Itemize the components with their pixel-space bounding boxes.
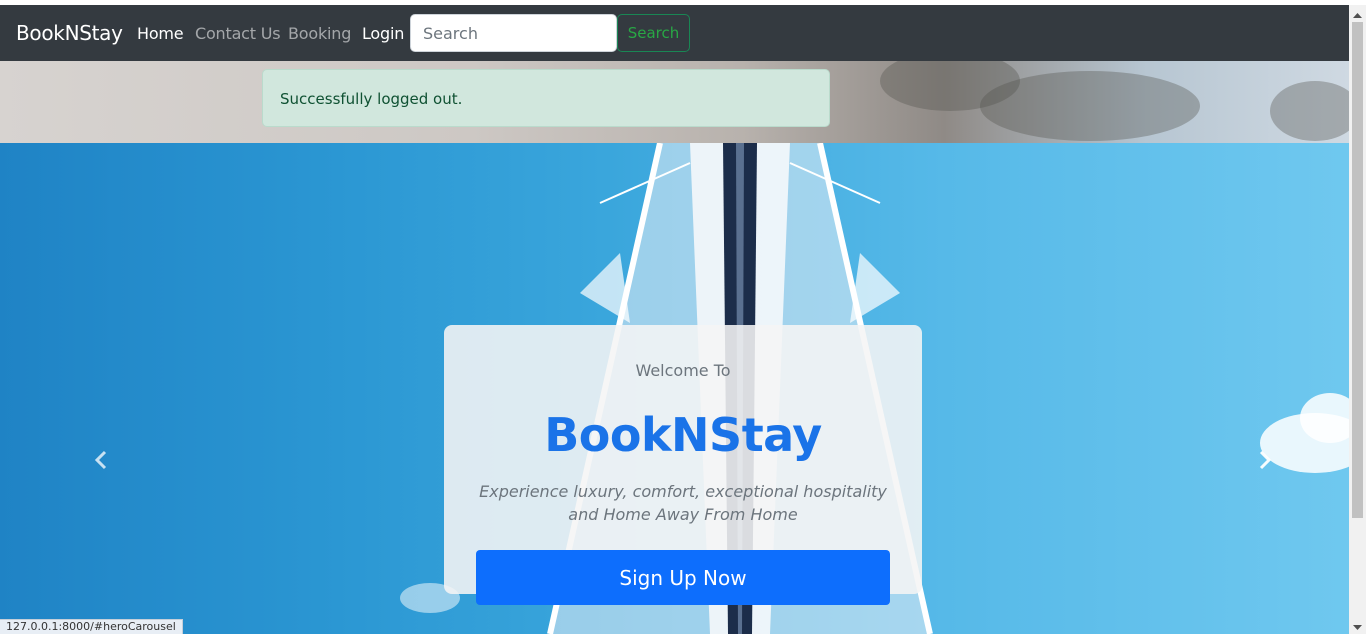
- nav-link-contact-us[interactable]: Contact Us: [195, 24, 281, 43]
- alert-message: Successfully logged out.: [280, 90, 463, 108]
- top-navbar: BookNStay Home Contact Us Booking Login …: [0, 5, 1349, 61]
- search-input[interactable]: [410, 14, 617, 52]
- nav-link-login[interactable]: Login: [362, 24, 404, 43]
- palm-tree-shape: [1270, 81, 1349, 141]
- chevron-right-icon: [1259, 450, 1272, 470]
- chevron-left-icon: [94, 450, 107, 470]
- nav-link-booking[interactable]: Booking: [288, 24, 351, 43]
- search-button-label: Search: [627, 24, 680, 42]
- scroll-down-arrow-icon[interactable]: [1349, 622, 1366, 634]
- carousel-next-button[interactable]: [1252, 448, 1276, 472]
- alert-banner-background: Successfully logged out.: [0, 61, 1349, 143]
- brand-logo[interactable]: BookNStay: [16, 21, 123, 45]
- palm-tree-shape: [980, 71, 1200, 141]
- scroll-up-arrow-icon[interactable]: [1349, 9, 1366, 21]
- vertical-scrollbar[interactable]: [1349, 5, 1366, 634]
- nav-link-home[interactable]: Home: [137, 24, 184, 43]
- sign-up-button[interactable]: Sign Up Now: [476, 550, 890, 605]
- hero-carousel: Welcome To BookNStay Experience luxury, …: [0, 143, 1349, 634]
- browser-viewport: BookNStay Home Contact Us Booking Login …: [0, 0, 1366, 634]
- hero-tagline: Experience luxury, comfort, exceptional …: [479, 482, 887, 524]
- scrollbar-thumb[interactable]: [1352, 22, 1363, 518]
- hero-title: BookNStay: [544, 408, 822, 462]
- search-button[interactable]: Search: [617, 14, 690, 52]
- status-bar-url: 127.0.0.1:8000/#heroCarousel: [0, 619, 183, 634]
- welcome-subtitle: Welcome To: [635, 361, 731, 380]
- success-alert: Successfully logged out.: [262, 69, 830, 127]
- carousel-prev-button[interactable]: [90, 448, 114, 472]
